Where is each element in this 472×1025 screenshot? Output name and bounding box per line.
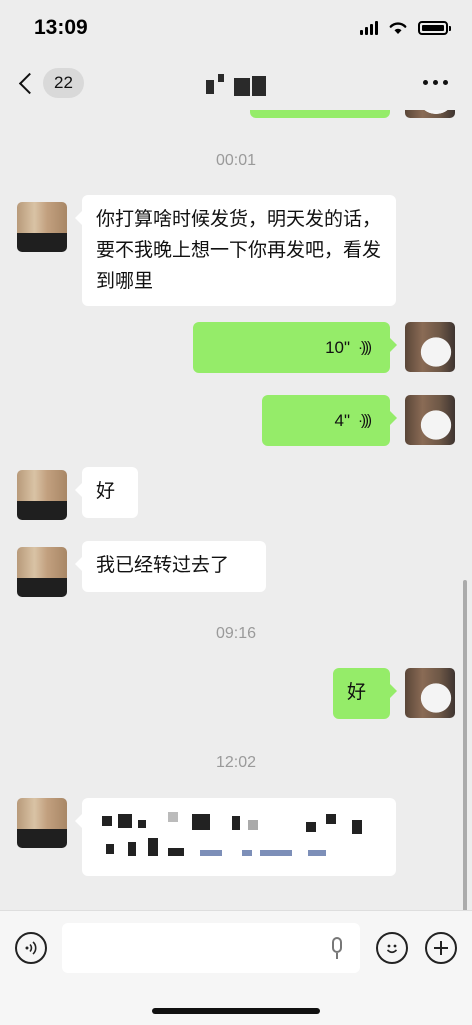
my-avatar[interactable] bbox=[405, 110, 455, 118]
redaction-pixel bbox=[128, 842, 136, 856]
redaction-pixel bbox=[260, 850, 292, 856]
redaction-pixel bbox=[138, 820, 146, 828]
timestamp: 12:02 bbox=[215, 754, 257, 771]
redaction-pixel bbox=[192, 814, 210, 830]
redaction-pixel bbox=[306, 822, 316, 832]
back-button[interactable]: 22 bbox=[16, 68, 84, 98]
message-bubble-incoming-redacted[interactable] bbox=[75, 798, 396, 876]
message-bubble-outgoing[interactable]: 好 bbox=[333, 668, 397, 719]
more-dot-icon bbox=[433, 80, 438, 85]
redaction-pixel bbox=[106, 844, 114, 854]
message-list[interactable]: 00:01 你打算啥时候发货，明天发的话，要不我晚上想一下你再发吧，看发到哪里 … bbox=[0, 110, 472, 910]
message-bubble-incoming[interactable]: 我已经转过去了 bbox=[75, 541, 266, 592]
more-dot-icon bbox=[423, 80, 428, 85]
voice-duration: 10" bbox=[325, 338, 351, 357]
redaction-pixel bbox=[326, 814, 336, 824]
voice-message-bubble[interactable]: 10" ·))) bbox=[193, 322, 397, 373]
message-input[interactable] bbox=[62, 923, 360, 973]
redaction-pixel bbox=[168, 812, 178, 822]
my-avatar[interactable] bbox=[405, 395, 455, 445]
more-functions-button[interactable] bbox=[425, 932, 457, 964]
contact-avatar[interactable] bbox=[17, 547, 67, 597]
plus-icon bbox=[434, 941, 448, 955]
voice-wave-icon: ·))) bbox=[358, 339, 372, 356]
voice-message-bubble[interactable]: 4" ·))) bbox=[262, 395, 397, 446]
home-indicator bbox=[152, 1008, 320, 1014]
my-avatar[interactable] bbox=[405, 668, 455, 718]
voice-wave-icon: ·))) bbox=[358, 412, 372, 429]
redaction-pixel bbox=[200, 850, 222, 856]
emoji-button[interactable] bbox=[376, 932, 408, 964]
battery-icon bbox=[418, 21, 451, 35]
chevron-left-icon bbox=[18, 72, 41, 94]
scrollbar[interactable] bbox=[463, 580, 467, 910]
cellular-signal-icon bbox=[360, 21, 378, 35]
contact-avatar[interactable] bbox=[17, 202, 67, 252]
timestamp: 00:01 bbox=[215, 152, 257, 169]
unread-count-badge: 22 bbox=[43, 68, 84, 98]
redaction-pixel bbox=[308, 850, 326, 856]
redaction-pixel bbox=[242, 850, 252, 856]
status-bar: 13:09 bbox=[0, 0, 472, 56]
redaction-pixel bbox=[232, 816, 240, 830]
redaction-pixel bbox=[248, 820, 258, 830]
microphone-icon[interactable] bbox=[332, 937, 342, 959]
redaction-pixel bbox=[168, 848, 184, 856]
chat-title-redacted bbox=[206, 74, 268, 98]
more-dot-icon bbox=[443, 80, 448, 85]
contact-avatar[interactable] bbox=[17, 798, 67, 848]
emoji-icon bbox=[386, 944, 398, 954]
chat-header: 22 bbox=[0, 56, 472, 110]
redaction-pixel bbox=[352, 820, 362, 834]
voice-toggle-icon bbox=[25, 941, 37, 955]
timestamp: 09:16 bbox=[215, 625, 257, 642]
contact-avatar[interactable] bbox=[17, 470, 67, 520]
status-icons bbox=[360, 20, 451, 35]
redaction-pixel bbox=[118, 814, 132, 828]
message-bubble-incoming[interactable]: 好 bbox=[75, 467, 138, 518]
message-bubble-incoming[interactable]: 你打算啥时候发货，明天发的话，要不我晚上想一下你再发吧，看发到哪里 bbox=[75, 195, 396, 306]
status-time: 13:09 bbox=[34, 16, 88, 39]
partial-outgoing-bubble bbox=[250, 110, 390, 118]
my-avatar[interactable] bbox=[405, 322, 455, 372]
more-options-button[interactable] bbox=[423, 80, 448, 85]
voice-duration: 4" bbox=[334, 411, 351, 430]
voice-toggle-button[interactable] bbox=[15, 932, 47, 964]
redaction-pixel bbox=[148, 838, 158, 856]
redaction-pixel bbox=[102, 816, 112, 826]
wifi-icon bbox=[389, 22, 407, 34]
